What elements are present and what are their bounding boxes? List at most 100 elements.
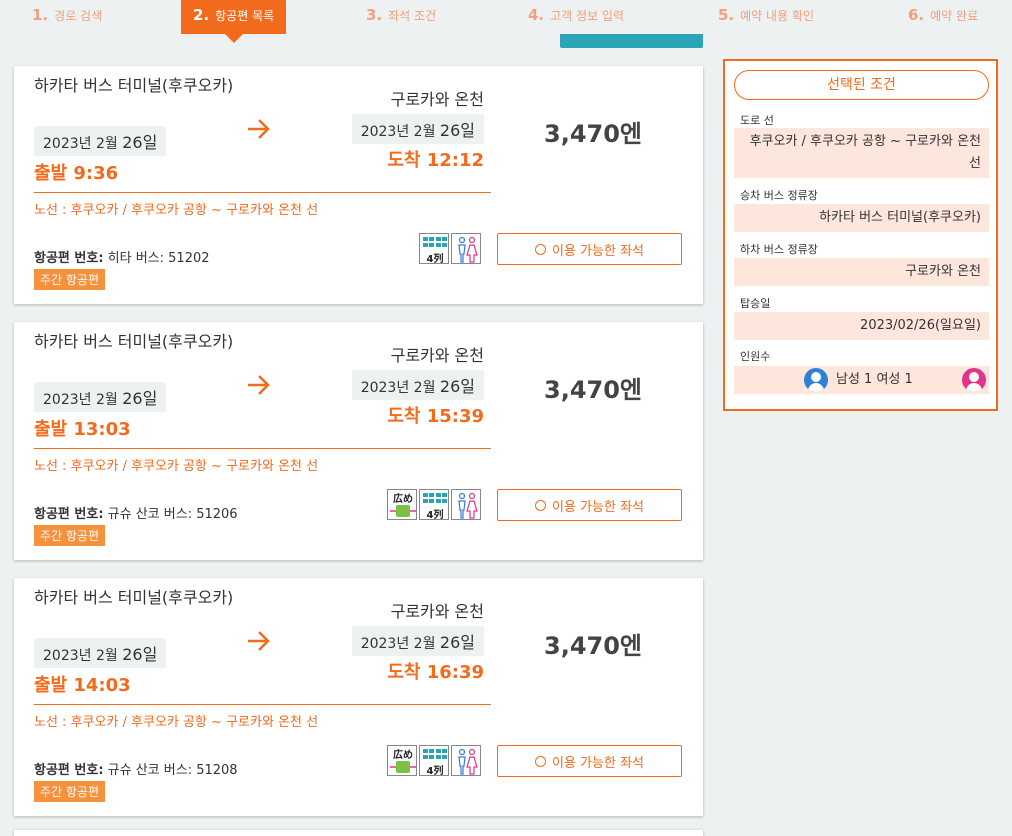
date-prefix: 2023년 2월	[360, 380, 440, 396]
step-number: 3.	[366, 6, 383, 24]
day-flight-badge: 주간 항공편	[34, 781, 106, 802]
male-avatar-icon	[804, 368, 828, 392]
available-seats-label: 이용 가능한 좌석	[552, 499, 644, 515]
male-female-icon	[451, 745, 481, 776]
result-card: 하카타 버스 터미널(후쿠오카) 2023년 2월 26일 출발 13:03 구…	[14, 322, 703, 560]
divider	[34, 448, 491, 449]
four-row-label: 4列	[427, 508, 444, 520]
boarding-stop-value: 하카타 버스 터미널(후쿠오카)	[734, 204, 989, 232]
male-female-icon	[451, 233, 481, 264]
arrival-time: 도착 15:39	[387, 406, 484, 427]
flight-number-label: 항공편 번호:	[34, 763, 104, 778]
available-seats-button[interactable]: 이용 가능한 좌석	[497, 233, 682, 265]
flight-number-label: 항공편 번호:	[34, 251, 104, 266]
available-seats-label: 이용 가능한 좌석	[552, 243, 644, 259]
available-seats-button[interactable]: 이용 가능한 좌석	[497, 489, 682, 521]
passengers-value: 남성 1 여성 1	[734, 366, 989, 394]
arrow-right-icon	[248, 375, 270, 395]
passenger-count: 남성 1 여성 1	[836, 372, 913, 387]
divider	[34, 192, 491, 193]
step-confirm-reservation: 5. 예약 내용 확인	[718, 0, 814, 34]
route-line: 노선 : 후쿠오카 / 후쿠오카 공항 ~ 구로카와 온천 선	[34, 715, 319, 730]
date-prefix: 2023년 2월	[360, 636, 440, 652]
progress-steps: 1. 경로 검색 2. 항공편 목록 3. 좌석 조건 4. 고객 정보 입력 5. 예약…	[0, 0, 1012, 43]
date-prefix: 2023년 2월	[43, 648, 123, 664]
selected-conditions-title: 선택된 조건	[734, 70, 989, 100]
wide-seat-icon: 広め	[387, 745, 417, 776]
fare-price: 3,470엔	[544, 120, 642, 148]
four-row-seat-icon: 4列	[419, 745, 449, 776]
step-seat-conditions: 3. 좌석 조건	[366, 0, 436, 34]
wide-seat-label: 広め	[393, 748, 413, 761]
result-card: 하카타 버스 터미널(후쿠오카) 2023년 2월 26일 출발 9:36 구로…	[14, 66, 703, 304]
arrow-right-icon	[248, 119, 270, 139]
date-day: 26일	[439, 377, 475, 396]
route-line: 노선 : 후쿠오카 / 후쿠오카 공항 ~ 구로카와 온천 선	[34, 203, 319, 218]
top-action-button[interactable]	[560, 34, 703, 48]
step-number: 2.	[193, 6, 210, 24]
result-card: 하카타 버스 터미널(후쿠오카) 2023년 2월 26일 출발 14:03 구…	[14, 578, 703, 816]
male-female-icon	[451, 489, 481, 520]
alighting-stop-value: 구로카와 온천	[734, 258, 989, 286]
boarding-date-value: 2023/02/26(일요일)	[734, 312, 989, 340]
circle-icon	[535, 755, 546, 767]
date-day: 26일	[122, 389, 158, 408]
arrow-right-icon	[248, 631, 270, 651]
result-card-partial	[14, 830, 703, 836]
step-label: 항공편 목록	[215, 9, 275, 23]
divider	[34, 704, 491, 705]
flight-number-value: 규슈 산코 버스: 51206	[103, 507, 238, 522]
date-day: 26일	[122, 645, 158, 664]
arrival-time: 도착 12:12	[387, 150, 484, 171]
four-row-label: 4列	[427, 252, 444, 264]
passengers-label: 인원수	[740, 350, 771, 363]
boarding-date-label: 탑승일	[740, 297, 771, 310]
departure-stop: 하카타 버스 터미널(후쿠오카)	[34, 76, 234, 95]
wide-seat-icon: 広め	[387, 489, 417, 520]
available-seats-button[interactable]: 이용 가능한 좌석	[497, 745, 682, 777]
flight-number-label: 항공편 번호:	[34, 507, 104, 522]
flight-number-value: 히타 버스: 51202	[103, 251, 210, 266]
date-day: 26일	[122, 133, 158, 152]
arrival-time: 도착 16:39	[387, 662, 484, 683]
feature-icons: 広め 4列	[387, 489, 481, 520]
boarding-stop-label: 승차 버스 정류장	[740, 189, 818, 202]
flight-number: 항공편 번호: 규슈 산코 버스: 51208	[34, 759, 238, 778]
departure-time: 출발 13:03	[34, 419, 131, 440]
arrival-stop: 구로카와 온천	[390, 90, 484, 109]
date-day: 26일	[439, 121, 475, 140]
female-avatar-icon	[962, 368, 986, 392]
route-label: 도로 선	[740, 114, 774, 127]
departure-time: 출발 9:36	[34, 163, 119, 184]
fare-price: 3,470엔	[544, 632, 642, 660]
departure-time: 출발 14:03	[34, 675, 131, 696]
arrival-stop: 구로카와 온천	[390, 346, 484, 365]
step-label: 경로 검색	[54, 9, 103, 23]
departure-stop: 하카타 버스 터미널(후쿠오카)	[34, 588, 234, 607]
fare-price: 3,470엔	[544, 376, 642, 404]
circle-icon	[535, 499, 546, 511]
day-flight-badge: 주간 항공편	[34, 525, 106, 546]
arrival-date: 2023년 2월 26일	[351, 626, 484, 656]
wide-seat-label: 広め	[393, 492, 413, 505]
departure-date: 2023년 2월 26일	[34, 382, 167, 412]
alighting-stop-label: 하차 버스 정류장	[740, 243, 818, 256]
step-customer-info: 4. 고객 정보 입력	[528, 0, 624, 34]
four-row-label: 4列	[427, 764, 444, 776]
step-flight-list: 2. 항공편 목록	[181, 0, 287, 43]
passengers-summary: 남성 1 여성 1	[804, 368, 913, 392]
flight-number: 항공편 번호: 규슈 산코 버스: 51206	[34, 503, 238, 522]
four-row-seat-icon: 4列	[419, 233, 449, 264]
four-row-seat-icon: 4列	[419, 489, 449, 520]
departure-date: 2023년 2월 26일	[34, 638, 167, 668]
route-line: 노선 : 후쿠오카 / 후쿠오카 공항 ~ 구로카와 온천 선	[34, 459, 319, 474]
feature-icons: 4列	[419, 233, 481, 264]
step-label: 예약 완료	[930, 9, 979, 23]
departure-date: 2023년 2월 26일	[34, 126, 167, 156]
step-route-search: 1. 경로 검색	[32, 0, 102, 34]
step-number: 5.	[718, 6, 735, 24]
step-complete: 6. 예약 완료	[908, 0, 978, 34]
step-label: 좌석 조건	[388, 9, 437, 23]
selected-conditions-panel: 선택된 조건 도로 선 후쿠오카 / 후쿠오카 공항 ~ 구로카와 온천선 승차…	[723, 59, 998, 411]
step-label: 고객 정보 입력	[550, 9, 625, 23]
